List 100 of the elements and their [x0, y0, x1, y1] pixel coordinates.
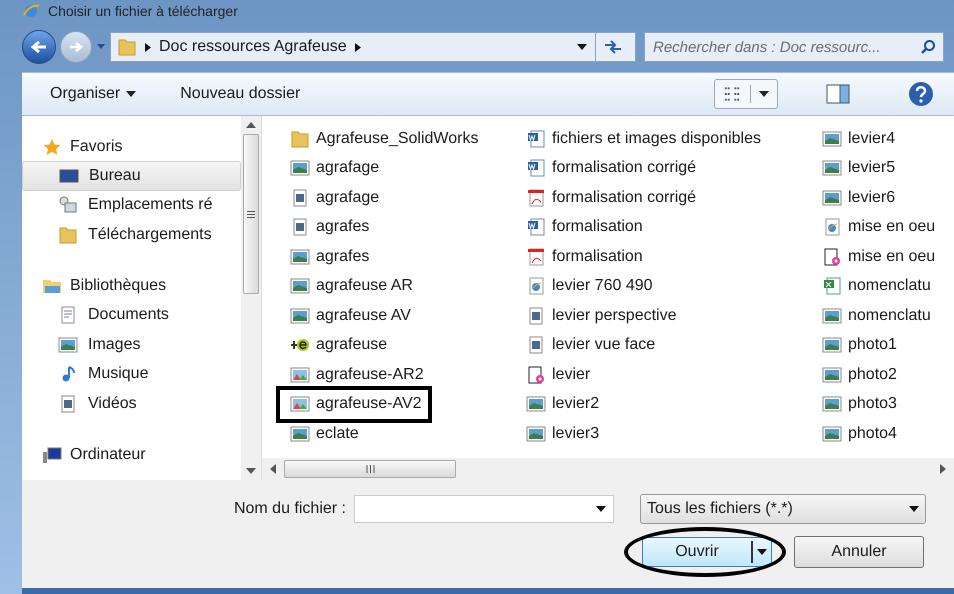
image-file-icon [526, 395, 546, 414]
file-item[interactable]: levier perspective [526, 301, 682, 330]
image-file-icon [290, 277, 310, 296]
scroll-thumb[interactable] [284, 460, 456, 478]
file-item[interactable]: agrafage [290, 183, 386, 212]
nav-group-item[interactable]: Bibliothèques [22, 272, 241, 300]
word-document-icon [526, 159, 546, 178]
image-file-icon [822, 424, 842, 443]
caret-icon [126, 91, 136, 97]
file-item[interactable]: agrafes [290, 212, 376, 242]
filename-field[interactable] [354, 495, 614, 523]
file-item[interactable]: photo4 [822, 419, 903, 448]
file-type-dropdown[interactable]: Tous les fichiers (*.*) [640, 494, 926, 524]
file-item[interactable]: photo3 [822, 390, 903, 419]
image-file-icon [822, 366, 842, 384]
file-item[interactable]: formalisation corrigé [526, 183, 702, 212]
image-file-icon [526, 424, 546, 443]
grip-icon [366, 465, 374, 473]
cancel-button[interactable]: Annuler [794, 536, 924, 568]
dropdown-caret-icon[interactable] [596, 506, 606, 512]
view-options-button[interactable] [714, 79, 778, 109]
file-item[interactable]: mise en oeu [822, 212, 942, 242]
caret-icon [909, 506, 919, 512]
image-file-icon [58, 336, 78, 354]
image-file-icon [822, 130, 842, 148]
pdf-document-icon [526, 248, 546, 266]
nav-item[interactable]: Téléchargements [22, 220, 241, 250]
nav-item[interactable]: Emplacements ré [22, 190, 241, 220]
file-item[interactable]: photo1 [822, 330, 903, 360]
address-bar[interactable]: Doc ressources Agrafeuse [110, 32, 636, 62]
picture-file-icon [290, 395, 310, 414]
file-item[interactable]: formalisation corrigé [526, 154, 702, 183]
vertical-scrollbar[interactable] [241, 116, 261, 480]
refresh-arrows-icon [604, 40, 622, 54]
drawing-file-icon [526, 366, 546, 384]
back-button[interactable] [22, 30, 56, 64]
image-file-icon [822, 336, 842, 354]
file-item[interactable]: levier4 [822, 124, 902, 154]
file-item[interactable]: agrafeuse-AR2 [290, 360, 430, 390]
image-file-icon [290, 306, 310, 325]
file-item[interactable]: agrafeuse AR [290, 272, 419, 301]
nav-group-item[interactable]: Ordinateur [22, 440, 241, 470]
folder-icon [58, 226, 78, 244]
file-item[interactable]: formalisation [526, 242, 649, 272]
window-title: Choisir un fichier à télécharger [48, 4, 238, 18]
file-item[interactable]: nomenclatu [822, 272, 937, 301]
nav-item[interactable]: Musique [22, 360, 241, 389]
nav-item[interactable]: Images [22, 330, 241, 360]
dropdown-caret-icon[interactable] [577, 44, 587, 50]
file-item[interactable]: Agrafeuse_SolidWorks [290, 124, 484, 154]
file-item[interactable]: mise en oeu [822, 242, 942, 272]
word-document-icon [526, 130, 546, 148]
file-item[interactable]: formalisation [526, 212, 649, 242]
file-item[interactable]: nomenclatu [822, 301, 937, 330]
image-file-icon [822, 159, 842, 178]
library-folder-icon [42, 277, 62, 295]
pdf-document-icon [526, 188, 546, 207]
scroll-thumb[interactable] [243, 134, 259, 294]
image-file-icon [290, 248, 310, 266]
file-item[interactable]: levier5 [822, 154, 902, 183]
nav-group-item[interactable]: Favoris [22, 132, 241, 161]
search-icon [920, 39, 936, 55]
grip-icon [247, 210, 255, 218]
nav-item[interactable]: Documents [22, 300, 241, 330]
new-folder-button[interactable]: Nouveau dossier [180, 82, 300, 106]
file-item[interactable]: fichiers et images disponibles [526, 124, 767, 154]
file-item[interactable]: eclate [290, 419, 365, 448]
horizontal-scrollbar[interactable] [262, 458, 954, 480]
nav-item[interactable]: Bureau [22, 161, 241, 190]
search-field[interactable]: Rechercher dans : Doc ressourc... [644, 32, 944, 62]
file-item[interactable]: levier vue face [526, 330, 662, 360]
drawing-file-icon [822, 248, 842, 266]
folder-icon [117, 38, 137, 56]
file-item[interactable]: levier3 [526, 419, 606, 448]
path-segment[interactable]: Doc ressources Agrafeuse [159, 35, 347, 59]
file-item[interactable]: agrafeuse-AV2 [280, 390, 428, 419]
preview-pane-icon[interactable] [826, 84, 850, 104]
help-icon[interactable] [908, 81, 934, 107]
word-document-icon [526, 218, 546, 236]
computer-icon [42, 446, 62, 464]
chevron-icon [145, 42, 151, 52]
browser-e-icon [22, 3, 40, 19]
file-item[interactable]: levier2 [526, 390, 606, 419]
star-icon [42, 138, 62, 156]
nav-item[interactable]: Vidéos [22, 389, 241, 418]
folder-icon [290, 130, 310, 148]
file-item[interactable]: agrafeuse AV [290, 301, 417, 330]
image-file-icon [290, 424, 310, 443]
file-item[interactable]: agrafeuse [290, 330, 394, 360]
open-split-button[interactable]: Ouvrir [642, 537, 772, 567]
right-arrow-icon [68, 41, 84, 53]
left-arrow-icon [30, 40, 48, 54]
file-item[interactable]: levier6 [822, 183, 902, 212]
file-item[interactable]: agrafes [290, 242, 376, 272]
image-file-icon [822, 306, 842, 325]
file-item[interactable]: photo2 [822, 360, 903, 390]
file-item[interactable]: levier 760 490 [526, 272, 659, 301]
file-item[interactable]: levier [526, 360, 596, 390]
organize-menu[interactable]: Organiser [50, 82, 136, 106]
file-item[interactable]: agrafage [290, 154, 386, 183]
